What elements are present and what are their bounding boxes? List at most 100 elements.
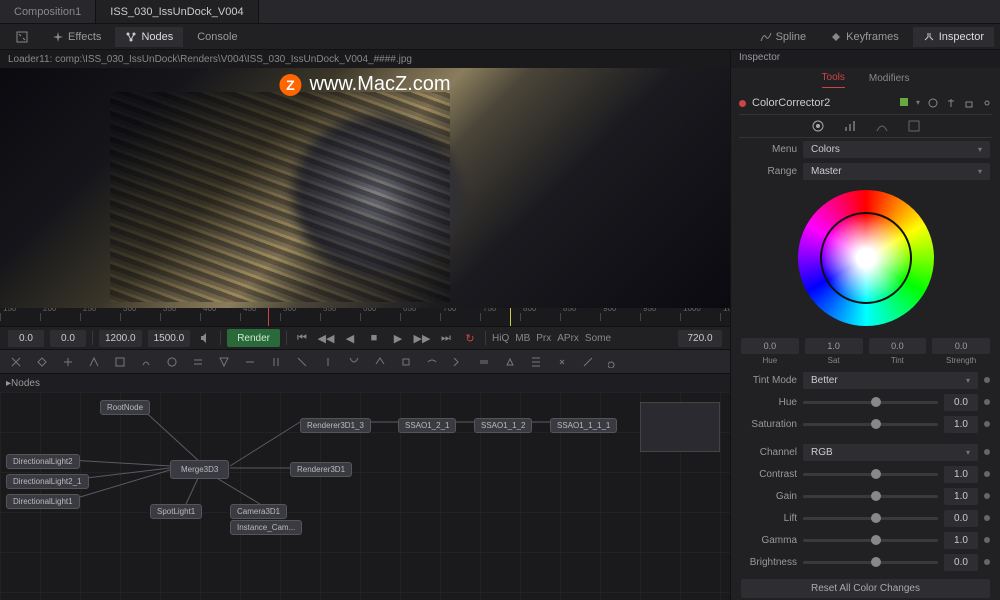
gain-value[interactable]: 1.0 (944, 488, 978, 505)
audio-icon[interactable] (196, 329, 214, 347)
quad-sat-value[interactable]: 1.0 (805, 338, 863, 354)
tool-8[interactable] (214, 352, 234, 372)
tool-12[interactable] (318, 352, 338, 372)
lock-icon[interactable] (964, 98, 974, 108)
time-start[interactable]: 0.0 (8, 330, 44, 347)
node-directionallight2[interactable]: DirectionalLight2 (6, 454, 80, 469)
minimap[interactable] (640, 402, 720, 452)
tool-10[interactable] (266, 352, 286, 372)
keyframe-dot[interactable] (984, 559, 990, 565)
contrast-slider[interactable] (803, 473, 938, 476)
tool-11[interactable] (292, 352, 312, 372)
spline-button[interactable]: Spline (750, 27, 817, 47)
mb-toggle[interactable]: MB (515, 333, 530, 344)
node-ssao1-2-1[interactable]: SSAO1_2_1 (398, 418, 456, 433)
tintmode-dropdown[interactable]: Better▾ (803, 372, 978, 389)
tool-0[interactable] (6, 352, 26, 372)
tool-6[interactable] (162, 352, 182, 372)
aprx-toggle[interactable]: APrx (557, 333, 579, 344)
node-rootnode[interactable]: RootNode (100, 400, 150, 415)
node-spotlight1[interactable]: SpotLight1 (150, 504, 202, 519)
some-toggle[interactable]: Some (585, 333, 611, 344)
enable-dot-icon[interactable] (739, 100, 746, 107)
tab-modifiers[interactable]: Modifiers (869, 73, 910, 88)
timeline-ruler[interactable]: 1502002503003504004505005506006507007508… (0, 308, 730, 326)
time-in[interactable]: 0.0 (50, 330, 86, 347)
tool-21[interactable] (552, 352, 572, 372)
levels-page-icon[interactable] (843, 119, 857, 133)
node-ssao1-1-1-1[interactable]: SSAO1_1_1_1 (550, 418, 617, 433)
tool-23[interactable] (604, 352, 624, 372)
step-back-icon[interactable]: ◀◀ (317, 329, 335, 347)
tool-13[interactable] (344, 352, 364, 372)
node-instance-cam-[interactable]: Instance_Cam... (230, 520, 302, 535)
contrast-value[interactable]: 1.0 (944, 466, 978, 483)
gain-slider[interactable] (803, 495, 938, 498)
prx-toggle[interactable]: Prx (536, 333, 551, 344)
time-end[interactable]: 1500.0 (148, 330, 191, 347)
tool-18[interactable] (474, 352, 494, 372)
hue-slider[interactable] (803, 401, 938, 404)
reset-button[interactable]: Reset All Color Changes (741, 579, 990, 598)
node-renderer3d1-3[interactable]: Renderer3D1_3 (300, 418, 371, 433)
fps-field[interactable]: 720.0 (678, 330, 722, 347)
tool-17[interactable] (448, 352, 468, 372)
tool-14[interactable] (370, 352, 390, 372)
channel-dropdown[interactable]: RGB▾ (803, 444, 978, 461)
tab-iss-undock[interactable]: ISS_030_IssUnDock_V004 (96, 0, 258, 23)
tool-15[interactable] (396, 352, 416, 372)
tool-22[interactable] (578, 352, 598, 372)
lift-value[interactable]: 0.0 (944, 510, 978, 527)
quad-hue-value[interactable]: 0.0 (741, 338, 799, 354)
node-camera3d1[interactable]: Camera3D1 (230, 504, 287, 519)
fit-button[interactable] (6, 27, 38, 47)
node-graph[interactable]: RootNode DirectionalLight2 DirectionalLigh… (0, 392, 730, 600)
keyframe-dot[interactable] (984, 421, 990, 427)
keyframe-dot[interactable] (984, 471, 990, 477)
brightness-value[interactable]: 0.0 (944, 554, 978, 571)
lift-slider[interactable] (803, 517, 938, 520)
saturation-value[interactable]: 1.0 (944, 416, 978, 433)
gamma-value[interactable]: 1.0 (944, 532, 978, 549)
loop-icon[interactable]: ↻ (461, 329, 479, 347)
nodes-button[interactable]: Nodes (115, 27, 183, 47)
chevron-down-icon[interactable]: ▾ (916, 98, 920, 108)
hiq-toggle[interactable]: HiQ (492, 333, 509, 344)
keyframe-dot[interactable] (984, 449, 990, 455)
color-page-icon[interactable] (811, 119, 825, 133)
keyframe-dot[interactable] (984, 493, 990, 499)
goto-start-icon[interactable]: ⏮ (293, 329, 311, 347)
play-reverse-icon[interactable]: ◀ (341, 329, 359, 347)
node-directionallight2-1[interactable]: DirectionalLight2_1 (6, 474, 89, 489)
reset-icon[interactable] (928, 98, 938, 108)
keyframes-button[interactable]: Keyframes (820, 27, 909, 47)
node-ssao1-1-2[interactable]: SSAO1_1_2 (474, 418, 532, 433)
node-renderer3d1[interactable]: Renderer3D1 (290, 462, 352, 477)
menu-dropdown[interactable]: Colors▾ (803, 141, 990, 158)
tab-tools[interactable]: Tools (822, 72, 845, 88)
stop-icon[interactable]: ■ (365, 329, 383, 347)
color-wheel[interactable] (798, 190, 934, 326)
tab-composition1[interactable]: Composition1 (0, 0, 96, 23)
console-button[interactable]: Console (187, 27, 247, 47)
tool-7[interactable] (188, 352, 208, 372)
tool-3[interactable] (84, 352, 104, 372)
tool-9[interactable] (240, 352, 260, 372)
tool-16[interactable] (422, 352, 442, 372)
render-button[interactable]: Render (227, 329, 280, 347)
range-dropdown[interactable]: Master▾ (803, 163, 990, 180)
step-forward-icon[interactable]: ▶▶ (413, 329, 431, 347)
play-icon[interactable]: ▶ (389, 329, 407, 347)
brightness-slider[interactable] (803, 561, 938, 564)
common-page-icon[interactable] (907, 119, 921, 133)
gamma-slider[interactable] (803, 539, 938, 542)
tool-1[interactable] (32, 352, 52, 372)
curves-page-icon[interactable] (875, 119, 889, 133)
pin-icon[interactable] (946, 98, 956, 108)
tool-20[interactable] (526, 352, 546, 372)
tool-5[interactable] (136, 352, 156, 372)
tool-19[interactable] (500, 352, 520, 372)
version-icon[interactable] (900, 98, 908, 106)
tool-2[interactable] (58, 352, 78, 372)
keyframe-dot[interactable] (984, 537, 990, 543)
